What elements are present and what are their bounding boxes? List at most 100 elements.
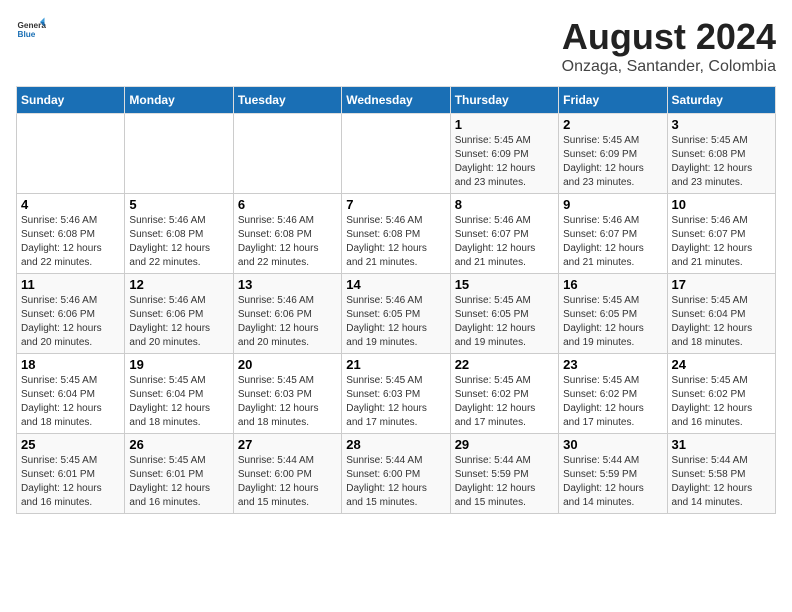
day-number: 2	[563, 117, 662, 132]
day-info: Sunrise: 5:44 AM Sunset: 6:00 PM Dayligh…	[238, 454, 337, 510]
calendar-cell: 24 Sunrise: 5:45 AM Sunset: 6:02 PM Dayli…	[667, 354, 775, 434]
calendar-cell: 25 Sunrise: 5:45 AM Sunset: 6:01 PM Dayli…	[17, 434, 125, 514]
day-number: 6	[238, 197, 337, 212]
calendar-cell	[17, 114, 125, 194]
day-info: Sunrise: 5:45 AM Sunset: 6:03 PM Dayligh…	[346, 374, 445, 430]
day-info: Sunrise: 5:46 AM Sunset: 6:08 PM Dayligh…	[238, 214, 337, 270]
day-info: Sunrise: 5:45 AM Sunset: 6:09 PM Dayligh…	[455, 134, 554, 190]
calendar-cell: 26 Sunrise: 5:45 AM Sunset: 6:01 PM Dayli…	[125, 434, 233, 514]
calendar-table: SundayMondayTuesdayWednesdayThursdayFrid…	[16, 86, 776, 514]
day-number: 20	[238, 357, 337, 372]
day-info: Sunrise: 5:45 AM Sunset: 6:08 PM Dayligh…	[672, 134, 771, 190]
calendar-cell: 31 Sunrise: 5:44 AM Sunset: 5:58 PM Dayli…	[667, 434, 775, 514]
day-number: 15	[455, 277, 554, 292]
calendar-cell: 22 Sunrise: 5:45 AM Sunset: 6:02 PM Dayli…	[450, 354, 558, 434]
calendar-cell	[233, 114, 341, 194]
calendar-cell: 7 Sunrise: 5:46 AM Sunset: 6:08 PM Daylig…	[342, 194, 450, 274]
calendar-cell	[125, 114, 233, 194]
day-info: Sunrise: 5:46 AM Sunset: 6:08 PM Dayligh…	[346, 214, 445, 270]
calendar-cell: 14 Sunrise: 5:46 AM Sunset: 6:05 PM Dayli…	[342, 274, 450, 354]
calendar-cell: 12 Sunrise: 5:46 AM Sunset: 6:06 PM Dayli…	[125, 274, 233, 354]
day-info: Sunrise: 5:44 AM Sunset: 5:58 PM Dayligh…	[672, 454, 771, 510]
day-info: Sunrise: 5:45 AM Sunset: 6:02 PM Dayligh…	[672, 374, 771, 430]
calendar-cell: 3 Sunrise: 5:45 AM Sunset: 6:08 PM Daylig…	[667, 114, 775, 194]
calendar-cell: 13 Sunrise: 5:46 AM Sunset: 6:06 PM Dayli…	[233, 274, 341, 354]
day-info: Sunrise: 5:46 AM Sunset: 6:06 PM Dayligh…	[129, 294, 228, 350]
calendar-cell: 2 Sunrise: 5:45 AM Sunset: 6:09 PM Daylig…	[559, 114, 667, 194]
header: General Blue August 2024 Onzaga, Santand…	[16, 16, 776, 76]
calendar-cell: 27 Sunrise: 5:44 AM Sunset: 6:00 PM Dayli…	[233, 434, 341, 514]
day-number: 8	[455, 197, 554, 212]
day-number: 1	[455, 117, 554, 132]
svg-text:Blue: Blue	[18, 30, 36, 39]
day-number: 3	[672, 117, 771, 132]
logo: General Blue	[16, 16, 46, 46]
calendar-header-sunday: Sunday	[17, 87, 125, 114]
day-number: 24	[672, 357, 771, 372]
calendar-cell: 4 Sunrise: 5:46 AM Sunset: 6:08 PM Daylig…	[17, 194, 125, 274]
day-info: Sunrise: 5:45 AM Sunset: 6:02 PM Dayligh…	[455, 374, 554, 430]
day-info: Sunrise: 5:45 AM Sunset: 6:01 PM Dayligh…	[129, 454, 228, 510]
day-info: Sunrise: 5:45 AM Sunset: 6:04 PM Dayligh…	[672, 294, 771, 350]
calendar-cell: 5Sunrise: 5:46 AM Sunset: 6:08 PM Daylig…	[125, 194, 233, 274]
day-info: Sunrise: 5:45 AM Sunset: 6:01 PM Dayligh…	[21, 454, 120, 510]
day-info: Sunrise: 5:44 AM Sunset: 6:00 PM Dayligh…	[346, 454, 445, 510]
calendar-cell: 10Sunrise: 5:46 AM Sunset: 6:07 PM Dayli…	[667, 194, 775, 274]
day-number: 17	[672, 277, 771, 292]
calendar-cell: 16Sunrise: 5:45 AM Sunset: 6:05 PM Dayli…	[559, 274, 667, 354]
calendar-cell: 11 Sunrise: 5:46 AM Sunset: 6:06 PM Dayli…	[17, 274, 125, 354]
day-info: Sunrise: 5:46 AM Sunset: 6:06 PM Dayligh…	[238, 294, 337, 350]
day-info: Sunrise: 5:44 AM Sunset: 5:59 PM Dayligh…	[455, 454, 554, 510]
day-number: 22	[455, 357, 554, 372]
day-info: Sunrise: 5:45 AM Sunset: 6:02 PM Dayligh…	[563, 374, 662, 430]
calendar-week-row: 25 Sunrise: 5:45 AM Sunset: 6:01 PM Dayli…	[17, 434, 776, 514]
calendar-cell: 18 Sunrise: 5:45 AM Sunset: 6:04 PM Dayli…	[17, 354, 125, 434]
day-number: 7	[346, 197, 445, 212]
main-title: August 2024	[562, 16, 776, 58]
day-number: 5	[129, 197, 228, 212]
day-number: 19	[129, 357, 228, 372]
calendar-cell: 8Sunrise: 5:46 AM Sunset: 6:07 PM Daylig…	[450, 194, 558, 274]
calendar-cell: 15 Sunrise: 5:45 AM Sunset: 6:05 PM Dayli…	[450, 274, 558, 354]
day-number: 23	[563, 357, 662, 372]
day-number: 4	[21, 197, 120, 212]
day-number: 30	[563, 437, 662, 452]
day-number: 28	[346, 437, 445, 452]
calendar-header-thursday: Thursday	[450, 87, 558, 114]
calendar-header-friday: Friday	[559, 87, 667, 114]
calendar-header-wednesday: Wednesday	[342, 87, 450, 114]
calendar-header-monday: Monday	[125, 87, 233, 114]
day-info: Sunrise: 5:45 AM Sunset: 6:04 PM Dayligh…	[21, 374, 120, 430]
day-number: 26	[129, 437, 228, 452]
day-number: 12	[129, 277, 228, 292]
calendar-week-row: 11 Sunrise: 5:46 AM Sunset: 6:06 PM Dayli…	[17, 274, 776, 354]
day-info: Sunrise: 5:45 AM Sunset: 6:09 PM Dayligh…	[563, 134, 662, 190]
day-number: 11	[21, 277, 120, 292]
calendar-cell: 17 Sunrise: 5:45 AM Sunset: 6:04 PM Dayli…	[667, 274, 775, 354]
day-number: 18	[21, 357, 120, 372]
day-number: 27	[238, 437, 337, 452]
calendar-cell: 21Sunrise: 5:45 AM Sunset: 6:03 PM Dayli…	[342, 354, 450, 434]
day-number: 14	[346, 277, 445, 292]
calendar-header-row: SundayMondayTuesdayWednesdayThursdayFrid…	[17, 87, 776, 114]
day-info: Sunrise: 5:45 AM Sunset: 6:05 PM Dayligh…	[455, 294, 554, 350]
day-info: Sunrise: 5:46 AM Sunset: 6:07 PM Dayligh…	[672, 214, 771, 270]
day-number: 29	[455, 437, 554, 452]
title-area: August 2024 Onzaga, Santander, Colombia	[562, 16, 776, 76]
day-info: Sunrise: 5:46 AM Sunset: 6:06 PM Dayligh…	[21, 294, 120, 350]
calendar-cell: 19Sunrise: 5:45 AM Sunset: 6:04 PM Dayli…	[125, 354, 233, 434]
calendar-header-saturday: Saturday	[667, 87, 775, 114]
day-info: Sunrise: 5:46 AM Sunset: 6:08 PM Dayligh…	[21, 214, 120, 270]
day-number: 13	[238, 277, 337, 292]
calendar-cell: 28 Sunrise: 5:44 AM Sunset: 6:00 PM Dayli…	[342, 434, 450, 514]
day-number: 16	[563, 277, 662, 292]
day-info: Sunrise: 5:46 AM Sunset: 6:05 PM Dayligh…	[346, 294, 445, 350]
calendar-header-tuesday: Tuesday	[233, 87, 341, 114]
calendar-cell: 6 Sunrise: 5:46 AM Sunset: 6:08 PM Daylig…	[233, 194, 341, 274]
day-number: 31	[672, 437, 771, 452]
day-info: Sunrise: 5:45 AM Sunset: 6:03 PM Dayligh…	[238, 374, 337, 430]
day-number: 25	[21, 437, 120, 452]
calendar-cell: 30Sunrise: 5:44 AM Sunset: 5:59 PM Dayli…	[559, 434, 667, 514]
calendar-cell: 20 Sunrise: 5:45 AM Sunset: 6:03 PM Dayli…	[233, 354, 341, 434]
calendar-cell: 1 Sunrise: 5:45 AM Sunset: 6:09 PM Daylig…	[450, 114, 558, 194]
